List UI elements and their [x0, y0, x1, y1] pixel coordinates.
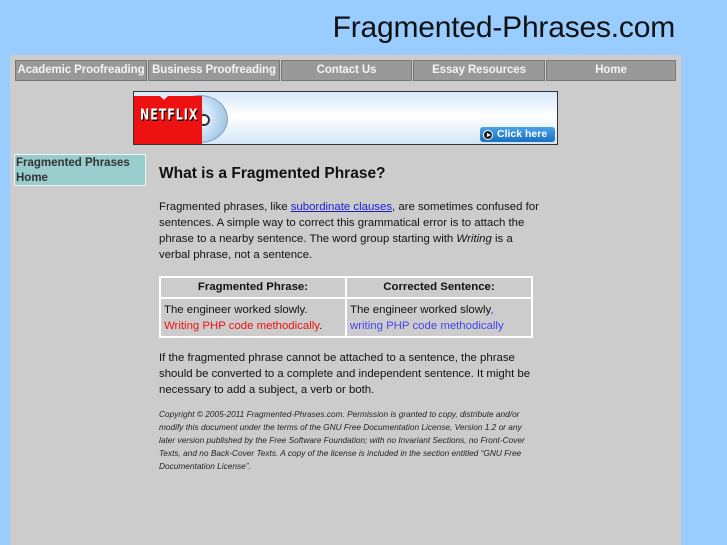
nav-essay-resources[interactable]: Essay Resources [413, 60, 545, 81]
nav-home[interactable]: Home [546, 60, 676, 81]
netflix-logo: NETFLIX [140, 105, 199, 124]
copyright-notice: Copyright © 2005-2011 Fragmented-Phrases… [159, 409, 525, 471]
nav-academic-proofreading[interactable]: Academic Proofreading [15, 60, 147, 81]
main-container: Academic Proofreading Business Proofread… [10, 55, 681, 545]
nav-contact-us[interactable]: Contact Us [281, 60, 412, 81]
header-fragmented-phrase: Fragmented Phrase: [160, 277, 346, 298]
corrected-plain: The engineer worked slowly [350, 304, 491, 316]
fragmented-cell: The engineer worked slowly. Writing PHP … [160, 298, 346, 337]
site-title: Fragmented-Phrases.com [332, 11, 676, 44]
fragmented-end: . [319, 320, 323, 332]
conclusion-paragraph: If the fragmented phrase cannot be attac… [159, 352, 531, 396]
play-icon [483, 129, 493, 140]
click-here-label: Click here [497, 128, 548, 140]
fragmented-plain: The engineer worked slowly. [164, 304, 308, 316]
table-row: The engineer worked slowly. Writing PHP … [160, 298, 532, 337]
page-heading: What is a Fragmented Phrase? [159, 165, 386, 182]
intro-paragraph: Fragmented phrases, like subordinate cla… [159, 199, 539, 263]
header-corrected-sentence: Corrected Sentence: [346, 277, 532, 298]
netflix-banner-ad[interactable]: NETFLIX Click here [133, 91, 558, 145]
intro-emphasis: Writing [456, 233, 492, 245]
table-header-row: Fragmented Phrase: Corrected Sentence: [160, 277, 532, 298]
corrected-cell: The engineer worked slowly, writing PHP … [346, 298, 532, 337]
top-navigation: Academic Proofreading Business Proofread… [15, 60, 676, 81]
article-content: What is a Fragmented Phrase? Fragmented … [159, 163, 539, 473]
subordinate-clauses-link[interactable]: subordinate clauses [291, 201, 392, 213]
click-here-button[interactable]: Click here [480, 127, 555, 142]
sidebar-item-fragmented-phrases-home[interactable]: Fragmented Phrases Home [14, 154, 146, 186]
intro-text-start: Fragmented phrases, like [159, 201, 291, 213]
comparison-table: Fragmented Phrase: Corrected Sentence: T… [159, 276, 533, 338]
nav-business-proofreading[interactable]: Business Proofreading [148, 60, 280, 81]
fragmented-highlight: Writing PHP code methodically [164, 320, 320, 332]
